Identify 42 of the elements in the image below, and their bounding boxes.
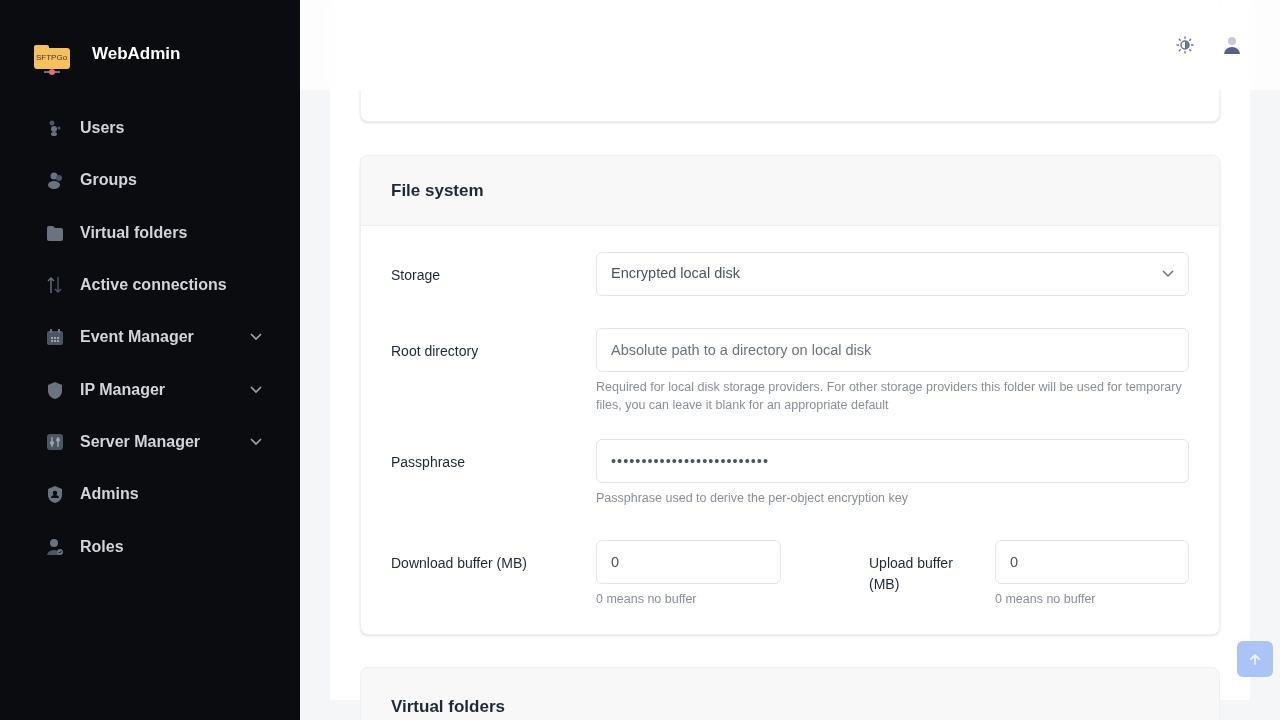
sidebar-item[interactable]: Users [46,102,262,155]
input-field[interactable]: 0 [995,540,1189,584]
section-title: File system [391,179,484,202]
shield-icon [46,380,64,399]
sidebar-item[interactable]: Server Manager [46,415,262,469]
chevron-down-icon [250,333,262,342]
user-check-icon [46,537,64,556]
help-text: 0 means no buffer [596,591,698,608]
chevron-down-icon [250,385,262,394]
chevron-down-icon [250,437,262,446]
field-label: Root directory [391,342,480,361]
section-title: Virtual folders [391,696,506,718]
help-text: 0 means no buffer [995,591,1097,608]
brand-title: WebAdmin [92,43,181,66]
storage-select[interactable]: Encrypted local disk [596,252,1189,296]
sidebar-item[interactable]: IP Manager [46,363,262,416]
field-label: Passphrase [391,453,466,472]
sidebar-item[interactable]: Roles [46,520,262,573]
sidebar-item[interactable]: Admins [46,468,262,521]
help-text: Passphrase used to derive the per-object encryption key [596,490,909,507]
help-text: Required for local disk storage providers. For other storage providers this folder will be used for temporary files, you can leave it blank for an appropriate default [596,379,1183,414]
theme-toggle-icon[interactable] [1176,36,1194,54]
sidebar-item[interactable]: Groups [46,154,262,207]
input-field[interactable]: Absolute path to a directory on local disk [596,328,1189,372]
arrow-up-icon [1249,653,1261,665]
calendar-icon [46,328,64,347]
input-field[interactable]: •••••••••••••••••••••••••• [596,439,1189,483]
groups-icon [46,171,64,190]
shield-user-icon [46,485,64,504]
sidebar-item[interactable]: Virtual folders [46,206,262,259]
chevron-down-icon [1162,270,1174,278]
sidebar-item[interactable]: Event Manager [46,311,262,364]
folder-icon [46,223,64,242]
up-down-arrows-icon [46,276,64,295]
user-menu-icon[interactable] [1224,36,1240,54]
sidebar-item[interactable]: Active connections [46,258,262,312]
field-label: Upload buffer (MB) [869,554,954,594]
field-label: Download buffer (MB) [391,554,528,573]
logo-text: SFTPGo [36,53,68,63]
input-field[interactable]: 0 [596,540,781,584]
field-label: Storage [391,266,442,285]
sliders-icon [46,432,64,451]
